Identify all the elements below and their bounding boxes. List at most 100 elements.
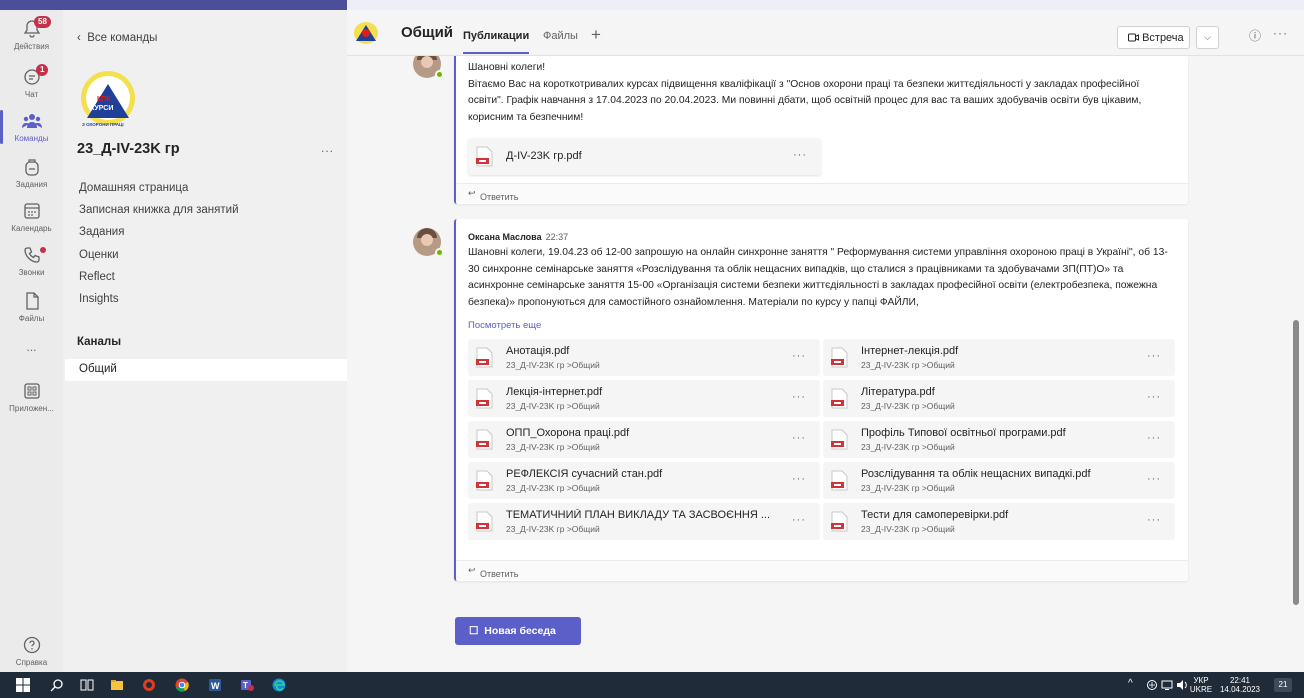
attachment-file[interactable]: Анотація.pdf 23_Д-IV-23K гр >Общий ··· xyxy=(468,339,820,376)
clock[interactable]: 22:41 14.04.2023 xyxy=(1218,676,1262,694)
header-more-button[interactable]: ··· xyxy=(1273,26,1288,40)
channel-title: Общий xyxy=(401,24,454,41)
attachment-file[interactable]: ОПП_Охорона праці.pdf 23_Д-IV-23K гр >Об… xyxy=(468,421,820,458)
edge-icon[interactable] xyxy=(272,678,286,692)
new-conversation-button[interactable]: ☐ Новая беседа xyxy=(455,617,581,645)
reply-bar[interactable]: ↩ Ответить xyxy=(456,183,1188,203)
rail-more[interactable]: ... xyxy=(0,340,63,354)
taskbar: W T ^ УКР UKRE 22:41 14.04.2023 21 xyxy=(0,672,1304,698)
nav-grades[interactable]: Оценки xyxy=(79,249,119,261)
tray-overflow-icon[interactable]: ^ xyxy=(1128,679,1133,689)
rail-calls[interactable]: Звонки xyxy=(0,244,63,277)
add-tab-button[interactable]: + xyxy=(591,25,601,45)
nav-class-notebook[interactable]: Записная книжка для занятий xyxy=(79,204,239,216)
language-indicator[interactable]: УКР UKRE xyxy=(1188,676,1214,694)
file-more-button[interactable]: ··· xyxy=(1147,514,1161,526)
rail-assignments[interactable]: Задания xyxy=(0,156,63,189)
reply-text: Ответить xyxy=(480,192,519,202)
attachment-file[interactable]: Література.pdf 23_Д-IV-23K гр >Общий ··· xyxy=(823,380,1175,417)
see-more-link[interactable]: Посмотреть еще xyxy=(468,320,541,331)
nav-reflect[interactable]: Reflect xyxy=(79,271,115,283)
attachment-file[interactable]: Розслідування та облік нещасних випадкі.… xyxy=(823,462,1175,499)
rail-activity-label: Действия xyxy=(13,42,50,51)
file-more-button[interactable]: ··· xyxy=(792,350,806,362)
windows-start-icon[interactable] xyxy=(16,678,30,692)
tab-posts[interactable]: Публикации xyxy=(463,30,530,54)
back-to-teams[interactable]: ‹ Все команды xyxy=(77,32,157,44)
info-icon[interactable]: ⓘ xyxy=(1249,27,1261,44)
post-author: Оксана Маслова 22:37 xyxy=(468,232,568,242)
compose-icon: ☐ xyxy=(469,625,479,637)
attachment-file[interactable]: Лекція-інтернет.pdf 23_Д-IV-23K гр >Общи… xyxy=(468,380,820,417)
file-path: 23_Д-IV-23K гр >Общий xyxy=(506,524,600,534)
new-conversation-label: Новая беседа xyxy=(484,625,556,637)
nav-home[interactable]: Домашняя страница xyxy=(79,182,188,194)
rail-help[interactable]: Справка xyxy=(0,634,63,667)
network-icon[interactable] xyxy=(1146,679,1158,691)
channel-general[interactable]: Общий xyxy=(65,359,347,381)
tab-files[interactable]: Файлы xyxy=(543,30,578,42)
post-time: 22:37 xyxy=(545,232,569,242)
office-icon[interactable] xyxy=(142,678,156,692)
team-more-button[interactable]: ... xyxy=(321,141,334,155)
file-name: Література.pdf xyxy=(861,386,935,398)
search-icon[interactable] xyxy=(50,678,64,692)
nav-assignments[interactable]: Задания xyxy=(79,226,124,238)
notification-count: 21 xyxy=(1278,680,1288,689)
pdf-icon xyxy=(476,429,493,450)
rail-files[interactable]: Файлы xyxy=(0,290,63,323)
file-more-button[interactable]: ··· xyxy=(792,473,806,485)
file-more-button[interactable]: ··· xyxy=(1147,473,1161,485)
channel-team-icon xyxy=(354,22,378,44)
attachment-file[interactable]: Інтернет-лекція.pdf 23_Д-IV-23K гр >Общи… xyxy=(823,339,1175,376)
activity-badge: 58 xyxy=(34,16,51,28)
attachment-file[interactable]: ТЕМАТИЧНИЙ ПЛАН ВИКЛАДУ ТА ЗАСВОЄННЯ ...… xyxy=(468,503,820,540)
rail-teams[interactable]: Команды xyxy=(0,110,63,144)
file-more-button[interactable]: ··· xyxy=(1147,391,1161,403)
meet-button[interactable]: Встреча xyxy=(1117,26,1190,49)
svg-text:T: T xyxy=(243,681,248,690)
reply-label: ↩ Ответить xyxy=(468,188,519,202)
meet-dropdown-button[interactable]: ⌵ xyxy=(1196,26,1219,49)
file-more-button[interactable]: ··· xyxy=(793,149,807,161)
display-icon[interactable] xyxy=(1161,679,1173,691)
file-path: 23_Д-IV-23K гр >Общий xyxy=(506,401,600,411)
file-more-button[interactable]: ··· xyxy=(792,514,806,526)
file-more-button[interactable]: ··· xyxy=(792,391,806,403)
rail-apps[interactable]: Приложен... xyxy=(0,380,63,413)
file-name: Профіль Типової освітньої програми.pdf xyxy=(861,427,1066,439)
rail-calendar[interactable]: Календарь xyxy=(0,200,63,233)
rail-teams-label: Команды xyxy=(14,134,49,143)
task-view-icon[interactable] xyxy=(80,678,94,692)
team-logo: КПК КУРСИ З ОХОРОНИ ПРАЦІ xyxy=(81,71,135,127)
pdf-icon xyxy=(831,470,848,491)
file-more-button[interactable]: ··· xyxy=(1147,350,1161,362)
pdf-icon xyxy=(476,511,493,532)
teams-taskbar-icon[interactable]: T xyxy=(240,678,254,692)
app-rail: 58 Действия 1 Чат Команды Задания Календ… xyxy=(0,10,63,672)
file-explorer-icon[interactable] xyxy=(110,678,124,692)
channels-header: Каналы xyxy=(77,336,122,348)
file-more-button[interactable]: ··· xyxy=(792,432,806,444)
attachment-file[interactable]: Профіль Типової освітньої програми.pdf 2… xyxy=(823,421,1175,458)
nav-insights[interactable]: Insights xyxy=(79,293,119,305)
clock-time: 22:41 xyxy=(1229,676,1251,685)
attachment-file[interactable]: Д-IV-23K гр.pdf ··· xyxy=(468,138,821,175)
word-icon[interactable]: W xyxy=(208,678,222,692)
chevron-down-icon: ⌵ xyxy=(1204,32,1211,42)
attachment-file[interactable]: Тести для самоперевірки.pdf 23_Д-IV-23K … xyxy=(823,503,1175,540)
file-more-button[interactable]: ··· xyxy=(1147,432,1161,444)
file-path: 23_Д-IV-23K гр >Общий xyxy=(506,483,600,493)
chrome-icon[interactable] xyxy=(175,678,189,692)
apps-icon xyxy=(23,383,40,399)
rail-chat[interactable]: 1 Чат xyxy=(0,64,63,99)
phone-icon xyxy=(23,247,40,263)
rail-assignments-label: Задания xyxy=(15,180,48,189)
reply-bar[interactable]: ↩ Ответить xyxy=(456,560,1188,580)
scrollbar[interactable] xyxy=(1293,320,1299,605)
attachment-file[interactable]: РЕФЛЕКСІЯ сучасний стан.pdf 23_Д-IV-23K … xyxy=(468,462,820,499)
presence-dot xyxy=(435,70,444,79)
notification-center[interactable]: 21 xyxy=(1274,678,1292,692)
volume-icon[interactable] xyxy=(1176,679,1188,691)
rail-activity[interactable]: 58 Действия xyxy=(0,16,63,51)
